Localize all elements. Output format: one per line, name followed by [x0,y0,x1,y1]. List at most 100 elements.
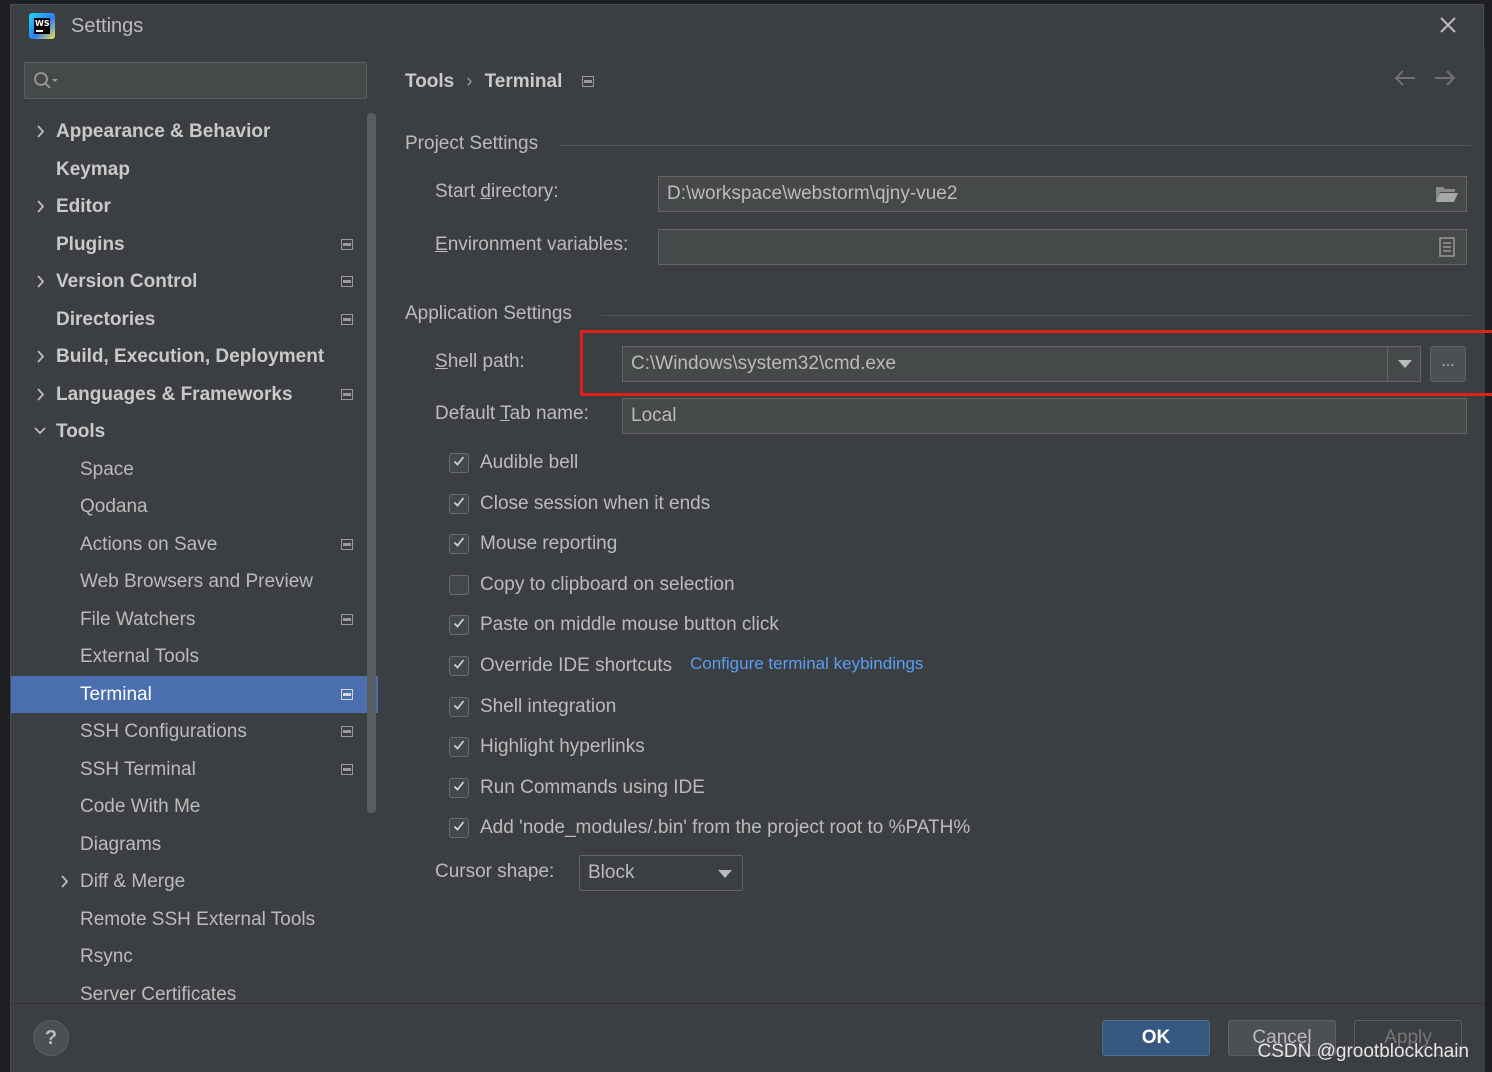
sidebar-item-plugins[interactable]: Plugins [11,226,378,263]
checkbox-checked-icon[interactable] [449,493,469,514]
sidebar-item-label: Languages & Frameworks [56,383,293,405]
chevron-right-icon[interactable] [57,863,71,900]
sidebar-item-label: External Tools [80,646,199,667]
sidebar-item-actions-on-save[interactable]: Actions on Save [11,526,378,563]
sidebar-item-qodana[interactable]: Qodana [11,488,378,525]
sidebar-item-label: Qodana [80,496,148,517]
default-tab-name-field[interactable]: Local [622,398,1467,434]
sidebar-item-keymap[interactable]: Keymap [11,151,378,188]
sidebar-item-terminal[interactable]: Terminal [11,675,378,713]
chevron-right-icon[interactable] [33,376,47,413]
sidebar-item-rsync[interactable]: Rsync [11,938,378,975]
project-level-icon [341,726,353,737]
breadcrumb-parent[interactable]: Tools [405,71,454,92]
sidebar-item-label: SSH Configurations [80,721,247,742]
forward-arrow-icon[interactable] [1433,67,1457,95]
settings-dialog: WS Settings Appearance & Behavior Keymap E… [10,4,1492,1072]
sidebar-item-external-tools[interactable]: External Tools [11,638,378,675]
sidebar-item-build-execution-deployment[interactable]: Build, Execution, Deployment [11,338,378,375]
checkbox-checked-icon[interactable] [449,777,469,798]
sidebar-item-space[interactable]: Space [11,451,378,488]
application-settings-title: Application Settings [405,303,572,324]
section-divider [559,145,1471,146]
sidebar-item-label: Directories [56,308,156,330]
env-vars-label: Environment variables: [435,234,629,255]
checkbox-checked-icon[interactable] [449,615,469,636]
sidebar-item-label: Web Browsers and Preview [80,571,314,592]
sidebar-item-label: Space [80,458,134,480]
settings-tree: Appearance & Behavior Keymap Editor Plugins… [11,113,378,1003]
sidebar-item-label: Appearance & Behavior [56,121,271,142]
sidebar-item-remote-ssh-external-tools[interactable]: Remote SSH External Tools [11,901,378,938]
cursor-shape-dropdown[interactable]: Block [579,855,743,891]
sidebar-item-code-with-me[interactable]: Code With Me [11,788,378,825]
checkbox-checked-icon[interactable] [449,656,469,676]
close-icon[interactable] [1435,13,1461,39]
sidebar-item-ssh-terminal[interactable]: SSH Terminal [11,751,378,788]
sidebar-item-version-control[interactable]: Version Control [11,263,378,300]
chevron-right-icon[interactable] [33,263,47,300]
project-level-icon [341,538,353,550]
watermark: CSDN @grootblockchain [1257,1041,1470,1062]
configure-keybindings-link[interactable]: Configure terminal keybindings [690,654,923,674]
checkbox-label: Override IDE shortcuts [480,655,673,676]
chevron-down-icon[interactable] [33,413,47,450]
sidebar-item-editor[interactable]: Editor [11,188,378,225]
checkbox-label: Highlight hyperlinks [480,736,645,758]
sidebar-item-directories[interactable]: Directories [11,301,378,338]
chevron-right-icon[interactable] [33,338,47,375]
chevron-down-icon [718,870,732,878]
chevron-right-icon[interactable] [33,113,47,150]
settings-sidebar: Appearance & Behavior Keymap Editor Plugins… [11,49,378,1003]
help-button[interactable]: ? [33,1020,69,1056]
project-level-icon [582,76,595,88]
sidebar-item-web-browsers-and-preview[interactable]: Web Browsers and Preview [11,563,378,600]
section-divider [601,315,1471,316]
sidebar-item-label: SSH Terminal [80,758,196,780]
breadcrumb-current: Terminal [484,71,563,92]
sidebar-item-label: Keymap [56,158,130,180]
breadcrumb-separator: › [466,71,473,92]
checkbox-checked-icon[interactable] [449,453,469,473]
settings-search-input[interactable] [24,62,367,99]
chevron-right-icon[interactable] [33,188,47,225]
checkbox-checked-icon[interactable] [449,696,469,717]
sidebar-item-label: Code With Me [80,796,201,817]
checkbox-label: Copy to clipboard on selection [480,573,735,595]
env-vars-field[interactable] [658,229,1467,265]
sidebar-item-label: Plugins [56,233,125,255]
dialog-footer: ? OK Cancel Apply CSDN @grootblockchain [11,1003,1485,1072]
sidebar-item-label: Version Control [56,271,198,292]
sidebar-item-label: Remote SSH External Tools [80,908,316,930]
sidebar-item-diagrams[interactable]: Diagrams [11,826,378,863]
ok-button[interactable]: OK [1102,1020,1210,1056]
start-directory-field[interactable]: D:\workspace\webstorm\qjny-vue2 [658,176,1467,212]
back-arrow-icon[interactable] [1393,67,1417,95]
shell-path-combobox[interactable]: C:\Windows\system32\cmd.exe [622,346,1421,382]
checkbox-label: Paste on middle mouse button click [480,614,779,636]
checkbox-checked-icon[interactable] [449,737,469,758]
project-level-icon [341,763,353,775]
sidebar-scrollbar[interactable] [367,113,376,813]
checkbox-unchecked-icon[interactable] [449,574,469,595]
sidebar-item-diff-merge[interactable]: Diff & Merge [11,863,378,900]
sidebar-item-ssh-configurations[interactable]: SSH Configurations [11,713,378,750]
breadcrumb: Tools › Terminal [405,71,595,93]
sidebar-item-label: Actions on Save [80,533,218,555]
checkbox-label: Close session when it ends [480,492,711,514]
browse-button[interactable]: ... [1430,346,1466,382]
sidebar-item-appearance-behavior[interactable]: Appearance & Behavior [11,113,378,150]
chevron-down-icon[interactable] [1387,346,1421,382]
checkbox-label: Run Commands using IDE [480,776,705,798]
sidebar-item-server-certificates[interactable]: Server Certificates [11,976,378,1004]
checkbox-label: Add 'node_modules/.bin' from the project… [480,817,971,839]
checkbox-checked-icon[interactable] [449,534,469,555]
document-icon[interactable] [1439,237,1455,257]
checkbox-label: Mouse reporting [480,533,618,555]
checkbox-checked-icon[interactable] [449,818,469,839]
sidebar-item-tools[interactable]: Tools [11,413,378,450]
sidebar-item-file-watchers[interactable]: File Watchers [11,601,378,638]
sidebar-item-languages-frameworks[interactable]: Languages & Frameworks [11,376,378,413]
folder-open-icon[interactable] [1435,184,1459,204]
window-title: Settings [71,15,144,37]
